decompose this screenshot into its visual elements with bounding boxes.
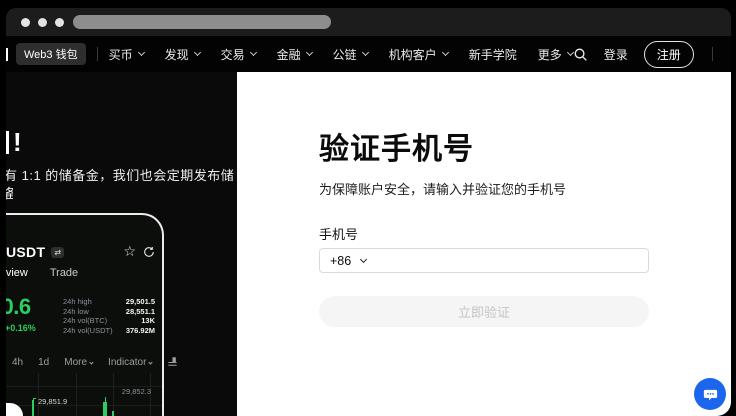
minimize-window-icon[interactable] — [38, 18, 47, 27]
nav-divider — [712, 47, 713, 61]
tab-trade[interactable]: Trade — [50, 267, 78, 279]
market-stats: 24h high29,501.5 24h low28,551.1 24h vol… — [63, 297, 155, 335]
nav-item-finance[interactable]: 金融 — [277, 46, 312, 63]
promo-text-line2: 备 — [6, 183, 13, 202]
candlestick-chart: 29,852.3 29,851.9 — [6, 373, 162, 416]
address-bar[interactable] — [73, 15, 331, 29]
nav-item-chain[interactable]: 公链 — [333, 46, 368, 63]
main-content: ! 有 1:1 的储备金，我们也会定期发布储 备 USDT ⇄ ☆ Overvi… — [6, 72, 731, 416]
chevron-down-icon — [360, 255, 367, 262]
phone-mockup-card: USDT ⇄ ☆ Overview Trade 850.6 +0.16% 24h… — [6, 213, 164, 416]
chevron-down-icon — [89, 360, 93, 364]
page-title: 验证手机号 — [319, 124, 649, 168]
nav-item-buy[interactable]: 买币 — [109, 46, 144, 63]
nav-item-discover[interactable]: 发现 — [165, 46, 200, 63]
promo-pane: ! 有 1:1 的储备金，我们也会定期发布储 备 USDT ⇄ ☆ Overvi… — [6, 72, 237, 416]
price-axis-label: 29,851.9 — [38, 397, 67, 406]
candle — [103, 402, 107, 416]
tab-overview[interactable]: Overview — [6, 267, 28, 279]
chevron-down-icon — [362, 49, 369, 56]
verify-now-button[interactable]: 立即验证 — [319, 296, 649, 327]
timeframe-4h[interactable]: 4h — [12, 357, 23, 368]
chevron-down-icon — [149, 360, 153, 364]
trading-pair: USDT ⇄ — [6, 244, 64, 260]
candle — [32, 400, 34, 416]
country-code-select[interactable]: +86 — [330, 254, 351, 268]
web3-wallet-badge[interactable]: Web3 钱包 — [16, 43, 86, 65]
nav-menu: 买币 发现 交易 金融 公链 机构客户 新手学院 更多 — [109, 46, 573, 63]
chat-bubble-icon — [702, 386, 719, 403]
nav-item-trade[interactable]: 交易 — [221, 46, 256, 63]
maximize-window-icon[interactable] — [55, 18, 64, 27]
headline-cut-fragment — [6, 131, 9, 154]
timeframe-1d[interactable]: 1d — [38, 357, 49, 368]
phone-number-input[interactable]: +86 — [319, 248, 649, 273]
stat-row: 24h low28,551.1 — [63, 307, 155, 317]
candle — [112, 411, 114, 416]
search-icon[interactable] — [573, 47, 588, 62]
price-axis-label: 29,852.3 — [122, 387, 151, 396]
page-subtitle: 为保障账户安全，请输入并验证您的手机号 — [319, 179, 649, 198]
last-price: 850.6 — [6, 294, 42, 320]
nav-divider — [97, 47, 98, 61]
live-chat-button[interactable] — [694, 378, 726, 410]
promo-headline: ! — [6, 129, 22, 155]
favorite-star-icon[interactable]: ☆ — [123, 243, 136, 260]
register-button[interactable]: 注册 — [644, 41, 694, 68]
browser-window: Web3 钱包 买币 发现 交易 金融 公链 机构客户 新手学院 更多 登录 注… — [6, 8, 731, 416]
swap-pair-icon[interactable]: ⇄ — [51, 247, 64, 258]
chevron-down-icon — [138, 49, 145, 56]
timeframe-more[interactable]: More — [64, 357, 93, 368]
chevron-down-icon — [442, 49, 449, 56]
stat-row: 24h vol(BTC)13K — [63, 316, 155, 326]
verification-form: 验证手机号 为保障账户安全，请输入并验证您的手机号 手机号 +86 立即验证 — [319, 124, 649, 327]
indicator-menu[interactable]: Indicator — [108, 357, 152, 368]
chevron-down-icon — [306, 49, 313, 56]
nav-item-more[interactable]: 更多 — [538, 46, 573, 63]
close-window-icon[interactable] — [21, 18, 30, 27]
refresh-icon[interactable] — [143, 245, 155, 263]
chevron-down-icon — [194, 49, 201, 56]
stat-row: 24h high29,501.5 — [63, 297, 155, 307]
phone-field-label: 手机号 — [319, 224, 649, 243]
nav-item-institutional[interactable]: 机构客户 — [389, 46, 448, 63]
login-link[interactable]: 登录 — [604, 46, 628, 63]
logo-fragment — [6, 48, 8, 61]
verification-panel: 验证手机号 为保障账户安全，请输入并验证您的手机号 手机号 +86 立即验证 — [237, 72, 731, 416]
widget-tabs: Overview Trade — [6, 267, 78, 279]
browser-chrome — [6, 8, 731, 36]
stat-row: 24h vol(USDT)376.92M — [63, 326, 155, 336]
nav-item-academy[interactable]: 新手学院 — [469, 46, 517, 63]
chevron-down-icon — [250, 49, 257, 56]
site-navbar: Web3 钱包 买币 发现 交易 金融 公链 机构客户 新手学院 更多 登录 注… — [6, 36, 731, 72]
chart-settings-icon[interactable] — [167, 357, 178, 368]
promo-text-line1: 有 1:1 的储备金，我们也会定期发布储 — [6, 165, 237, 184]
traffic-lights — [21, 18, 64, 27]
nav-actions: 登录 注册 — [573, 41, 731, 68]
chart-toolbar: 4h 1d More Indicator — [12, 357, 178, 368]
price-change-percent: +0.16% — [6, 323, 36, 333]
